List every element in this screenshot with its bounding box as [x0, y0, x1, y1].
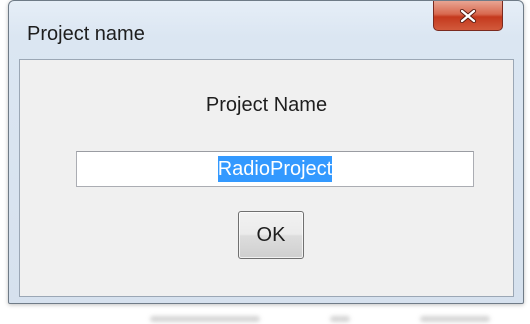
background-shadow	[150, 316, 260, 322]
project-name-dialog: Project name Project Name RadioProject O…	[8, 0, 524, 304]
background-shadow	[420, 316, 490, 322]
title-bar[interactable]: Project name	[9, 1, 523, 51]
project-name-input[interactable]: RadioProject	[76, 151, 474, 187]
screen: Project name Project Name RadioProject O…	[0, 0, 530, 324]
dialog-body: Project Name RadioProject OK	[19, 59, 514, 297]
close-button[interactable]	[433, 1, 503, 31]
window-title: Project name	[27, 23, 145, 45]
project-name-label: Project Name	[205, 94, 328, 116]
background-shadow	[330, 316, 350, 322]
close-icon	[459, 8, 477, 23]
ok-button[interactable]: OK	[238, 211, 304, 259]
selected-input-text[interactable]: RadioProject	[217, 156, 333, 182]
